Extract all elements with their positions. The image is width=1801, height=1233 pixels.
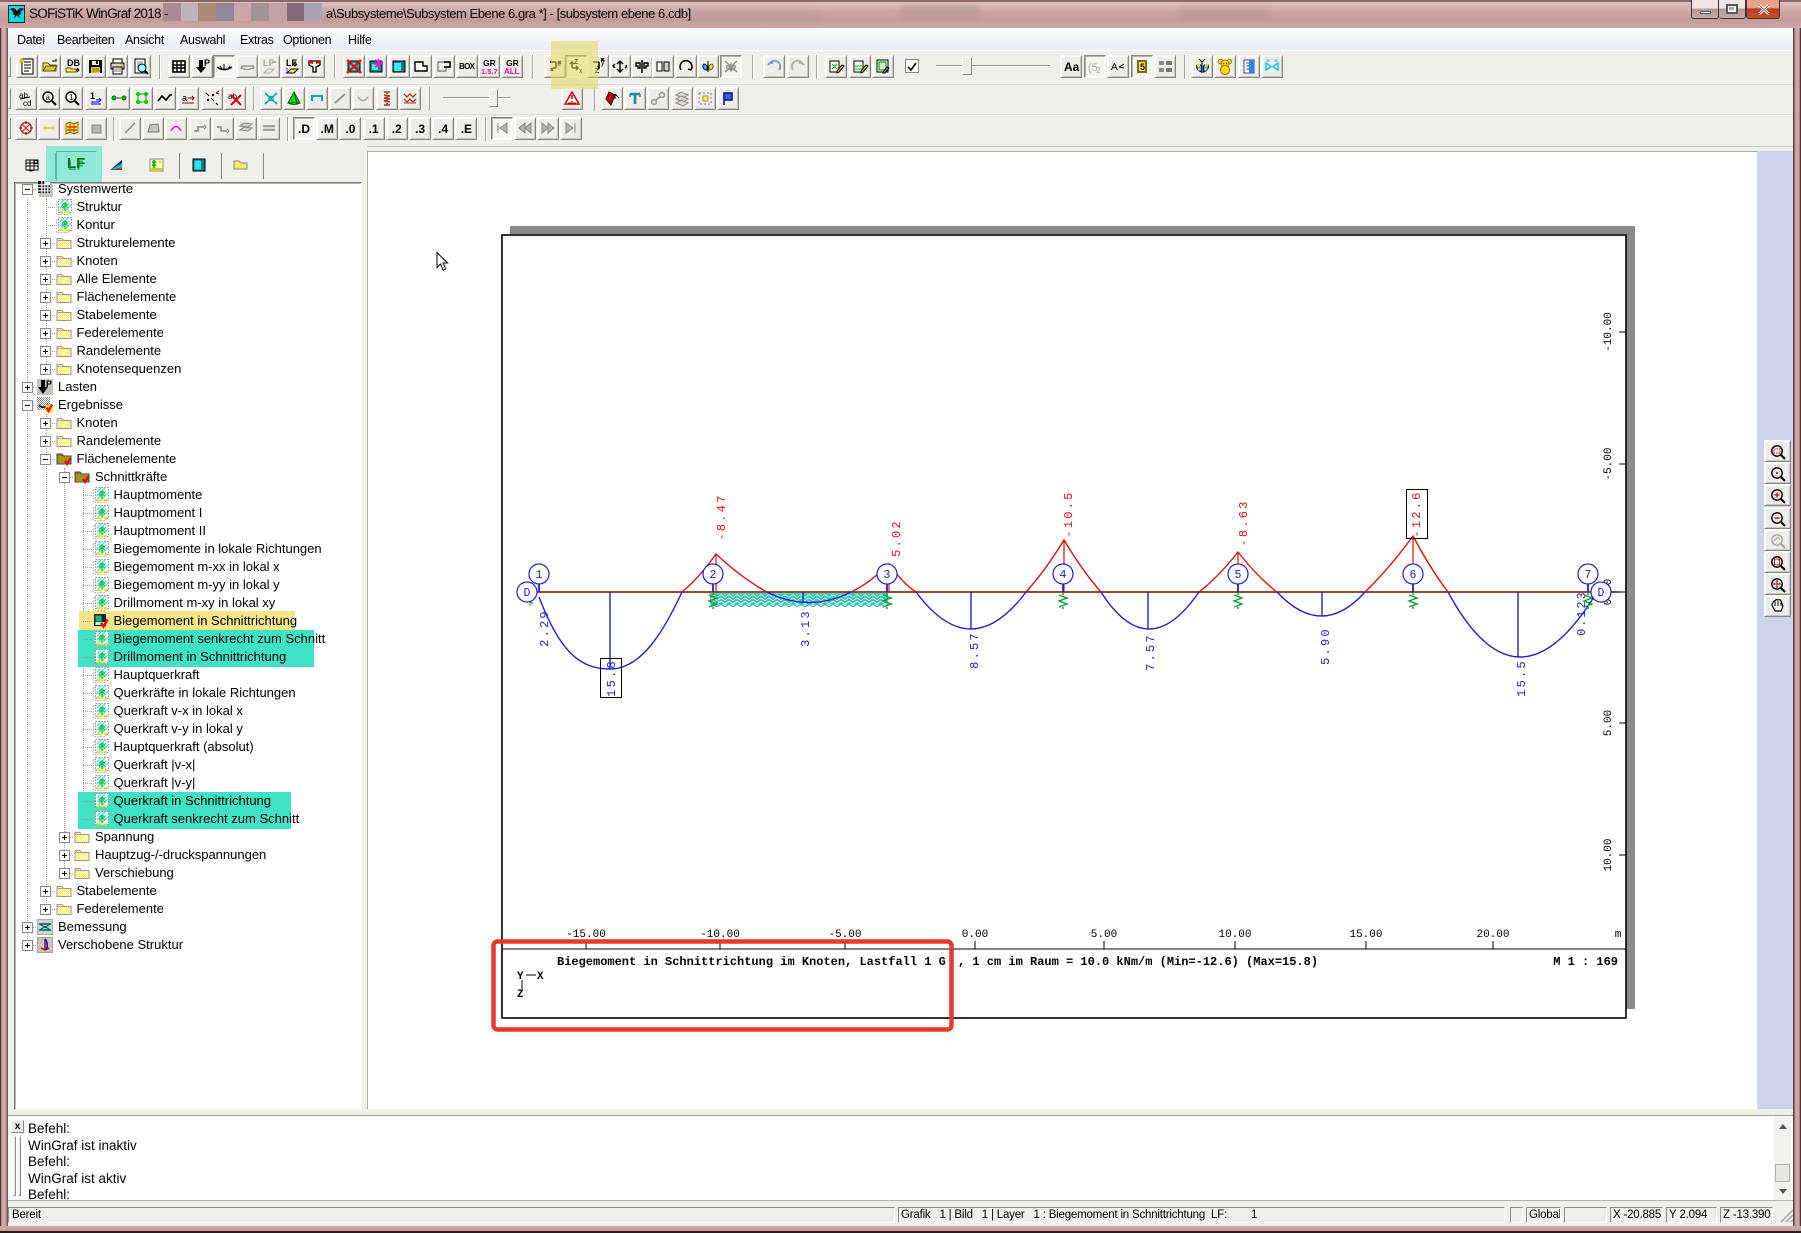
svg-text:0.123: 0.123	[1576, 590, 1589, 636]
svg-text:cd: cd	[23, 99, 31, 107]
svg-text:DB: DB	[67, 58, 80, 68]
svg-text:6: 6	[1410, 569, 1417, 582]
svg-text:5: 5	[1235, 569, 1242, 582]
svg-text:1.5.7: 1.5.7	[481, 67, 498, 75]
svg-text:Z: Z	[517, 989, 524, 1001]
svg-text:P: P	[33, 159, 39, 168]
svg-text:1: 1	[285, 68, 289, 75]
svg-text:A: A	[1111, 62, 1118, 73]
svg-text:1: 1	[90, 91, 95, 101]
svg-text:8.57: 8.57	[968, 631, 982, 669]
svg-text:10.00: 10.00	[1218, 929, 1251, 941]
svg-text:1: 1	[536, 569, 543, 582]
svg-text:D: D	[524, 587, 531, 600]
svg-text:5.90: 5.90	[1319, 627, 1333, 665]
svg-text:7: 7	[1585, 569, 1592, 582]
svg-text:P: P	[46, 379, 52, 389]
svg-text:Aa: Aa	[1064, 60, 1080, 74]
svg-text:10.00: 10.00	[1603, 838, 1615, 871]
svg-text:-10.00: -10.00	[1603, 312, 1615, 352]
svg-text:1: 1	[69, 93, 74, 102]
svg-text:7.57: 7.57	[1144, 633, 1158, 671]
svg-text:Y: Y	[517, 971, 524, 983]
svg-text:LF: LF	[286, 58, 297, 68]
svg-text:P: P	[204, 58, 210, 68]
svg-text:a: a	[46, 93, 51, 102]
svg-text:D: D	[1598, 587, 1605, 600]
svg-text:-12.6: -12.6	[1410, 490, 1424, 537]
svg-text:3: 3	[884, 569, 891, 582]
svg-text:5: 5	[1140, 62, 1145, 72]
svg-text:5.00: 5.00	[1091, 929, 1117, 941]
svg-text:-8.47: -8.47	[715, 493, 729, 540]
svg-text:-8.63: -8.63	[1237, 499, 1251, 546]
svg-text:, 1 cm im Raum = 10.0 kNm/m (M: , 1 cm im Raum = 10.0 kNm/m (Min=-12.6) …	[958, 955, 1318, 969]
svg-text:15.5: 15.5	[1515, 659, 1529, 697]
svg-text:15.8: 15.8	[605, 659, 619, 697]
svg-text:ALL: ALL	[504, 67, 520, 75]
svg-text:4: 4	[1060, 569, 1067, 582]
svg-text:m: m	[1615, 929, 1622, 941]
svg-text:2: 2	[1096, 66, 1101, 75]
svg-text:BOX: BOX	[459, 62, 476, 71]
svg-text:5.02: 5.02	[890, 519, 904, 557]
svg-text:y: y	[601, 60, 605, 67]
svg-text:5.00: 5.00	[1603, 710, 1615, 736]
svg-text:20.00: 20.00	[1476, 929, 1509, 941]
svg-text:-10.00: -10.00	[700, 929, 740, 941]
svg-text:Biegemoment in Schnittrichtung: Biegemoment in Schnittrichtung im Knoten…	[557, 955, 946, 969]
svg-text:M 1 : 169: M 1 : 169	[1553, 955, 1618, 969]
svg-text:2.29: 2.29	[538, 609, 552, 647]
svg-text:0.00: 0.00	[962, 929, 988, 941]
svg-text:-5.00: -5.00	[1603, 447, 1615, 480]
svg-text:2: 2	[710, 569, 717, 582]
svg-text:-5.00: -5.00	[828, 929, 861, 941]
svg-text:15.00: 15.00	[1349, 929, 1382, 941]
svg-text:3.13: 3.13	[799, 609, 813, 647]
svg-text:-15.00: -15.00	[566, 929, 606, 941]
svg-text:X: X	[537, 971, 544, 983]
svg-text:a: a	[182, 93, 187, 103]
svg-text:-10.5: -10.5	[1062, 490, 1076, 537]
